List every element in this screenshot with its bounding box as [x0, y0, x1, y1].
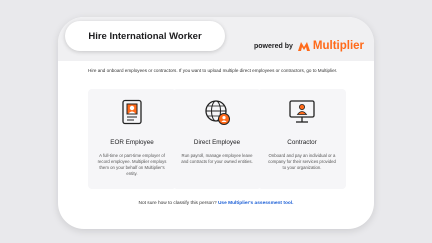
card-description: Run payroll, manage employee leave and c… — [181, 153, 253, 164]
multiplier-logo: Multiplier — [297, 40, 364, 52]
card-description: A full-time or part-time employer of rec… — [97, 153, 167, 176]
dialog-title: Hire International Worker — [65, 21, 225, 51]
card-contractor[interactable]: Contractor Onboard and pay an individual… — [258, 89, 346, 189]
assessment-tool-link[interactable]: Use Multiplier's assessment tool. — [218, 201, 294, 206]
globe-person-icon — [173, 99, 261, 127]
powered-by: powered by Multiplier — [254, 40, 364, 52]
card-eor-employee[interactable]: EOR Employee A full-time or part-time em… — [88, 89, 176, 189]
card-title: Direct Employee — [193, 139, 241, 146]
multiplier-logo-icon — [297, 41, 310, 51]
card-title: EOR Employee — [110, 139, 154, 146]
footer-text: Not sure how to classify this person? — [138, 201, 217, 206]
card-description: Onboard and pay an individual or a compa… — [268, 153, 336, 170]
brand-name: Multiplier — [312, 40, 365, 52]
card-title: Contractor — [287, 139, 317, 146]
footer: Not sure how to classify this person? Us… — [58, 201, 374, 206]
employee-badge-icon — [88, 99, 176, 125]
monitor-person-icon — [258, 99, 346, 125]
powered-by-label: powered by — [254, 42, 293, 50]
intro-text: Hire and onboard employees or contractor… — [88, 68, 338, 73]
card-direct-employee[interactable]: Direct Employee Run payroll, manage empl… — [173, 89, 261, 189]
hire-dialog: Hire International Worker powered by Mul… — [58, 17, 374, 229]
